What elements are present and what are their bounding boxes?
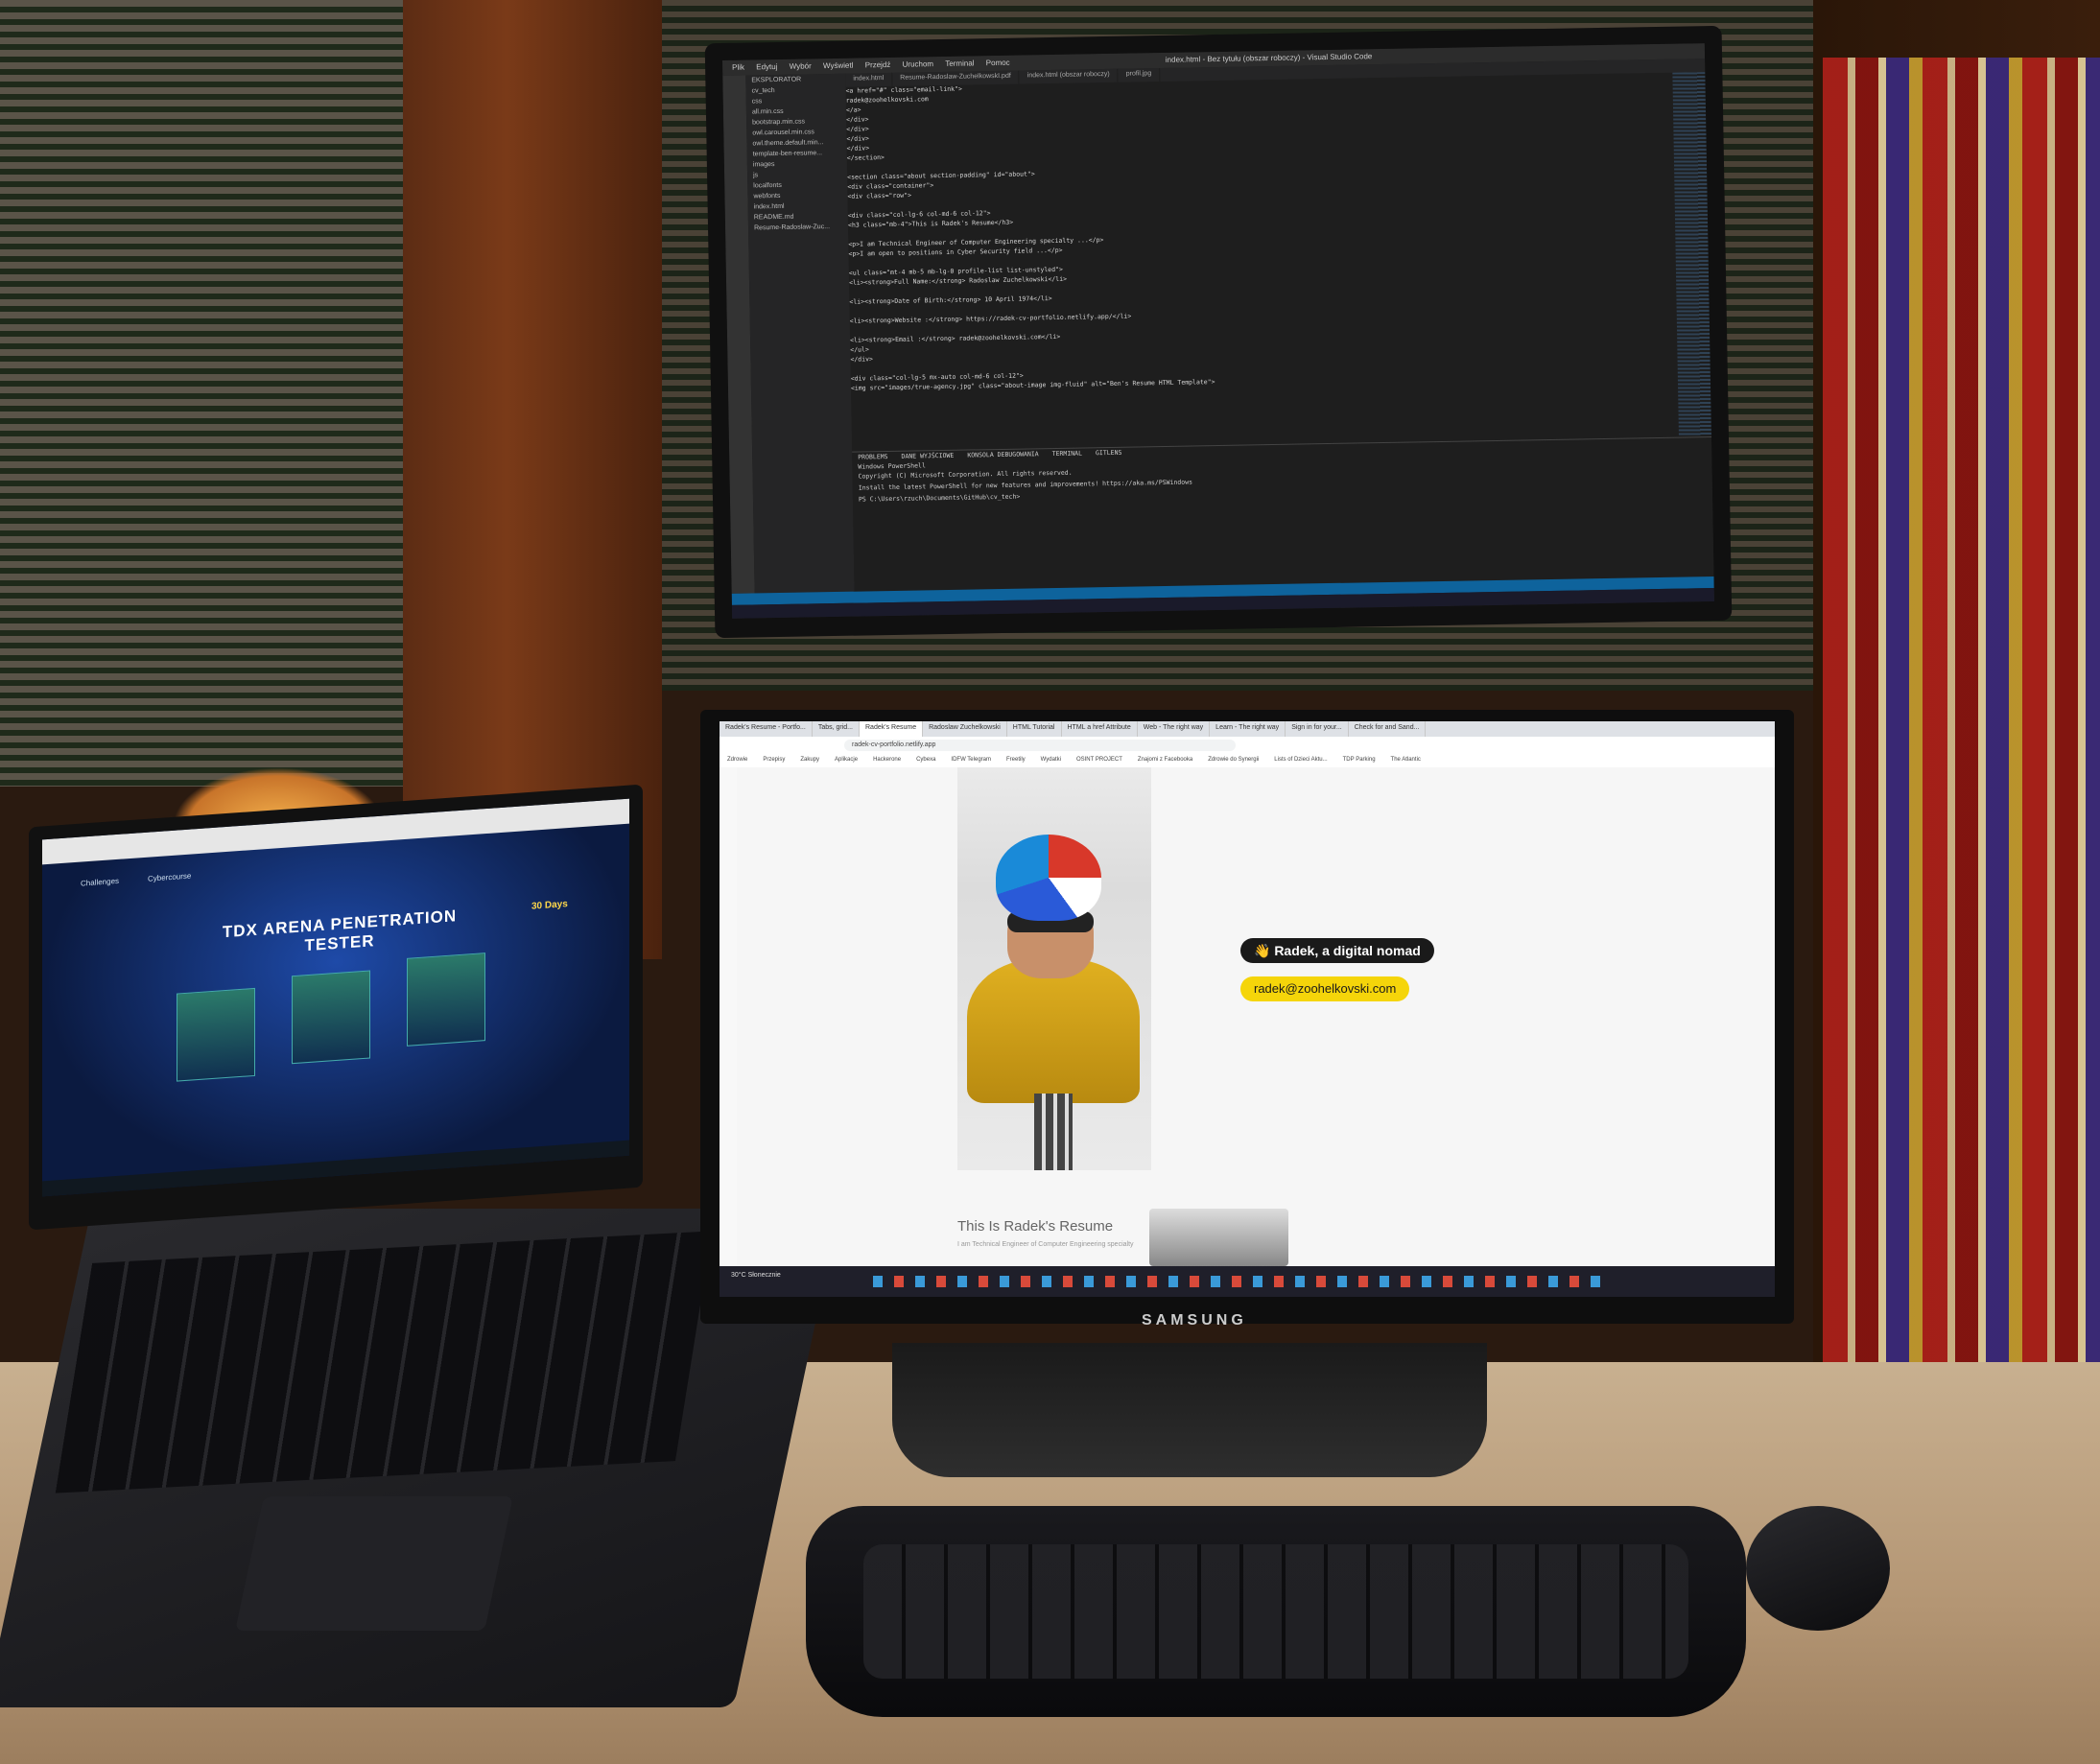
explorer-item[interactable]: Resume-Radoslaw-Zuc...: [748, 222, 848, 234]
editor-tab[interactable]: index.html: [845, 72, 893, 87]
url-field[interactable]: radek-cv-portfolio.netlify.app: [844, 740, 1236, 751]
menu-selection[interactable]: Wybór: [790, 61, 812, 70]
menu-file[interactable]: Plik: [732, 63, 744, 72]
menu-terminal[interactable]: Terminal: [945, 59, 974, 68]
bookmark-item[interactable]: Zdrowie: [720, 754, 755, 767]
photo-skis: [1034, 1094, 1073, 1170]
main-monitor: Radek's Resume - Portfo... Tabs, grid...…: [700, 710, 1794, 1324]
menu-help[interactable]: Pomoc: [986, 59, 1010, 67]
window-title: index.html - Bez tytułu (obszar roboczy)…: [1165, 52, 1373, 64]
bookmark-item[interactable]: Lists of Dzieci Aktu...: [1266, 754, 1334, 767]
monitor-brand-logo: SAMSUNG: [1142, 1312, 1247, 1329]
challenge-card[interactable]: [407, 953, 485, 1047]
laptop-nav-challenges[interactable]: Challenges: [81, 877, 119, 888]
bookmark-item[interactable]: Przepisy: [755, 754, 792, 767]
panel-tab[interactable]: TERMINAL: [1052, 449, 1082, 458]
bookmark-item[interactable]: Znajomi z Facebooka: [1130, 754, 1200, 767]
browser-tab[interactable]: Web - The right way: [1138, 721, 1211, 737]
panel-tab[interactable]: KONSOLA DEBUGOWANIA: [967, 450, 1038, 459]
bookmark-item[interactable]: Aplikacje: [827, 754, 865, 767]
bookmark-item[interactable]: Zdrowie do Synergii: [1200, 754, 1266, 767]
top-monitor: Plik Edytuj Wybór Wyświetl Przejdź Uruch…: [704, 25, 1733, 639]
browser-window: Radek's Resume - Portfo... Tabs, grid...…: [720, 721, 1775, 1297]
profile-photo: [957, 767, 1151, 1170]
menu-run[interactable]: Uruchom: [903, 59, 934, 69]
bookmark-item[interactable]: Cybexa: [908, 754, 943, 767]
days-badge: 30 Days: [531, 899, 568, 912]
menu-go[interactable]: Przejdź: [865, 60, 891, 69]
monitor-stand: [892, 1343, 1487, 1477]
windows-taskbar: 30°C Słonecznie: [720, 1266, 1775, 1297]
terminal-panel[interactable]: PROBLEMS DANE WYJŚCIOWE KONSOLA DEBUGOWANI…: [852, 436, 1714, 593]
challenge-card[interactable]: [292, 970, 370, 1065]
laptop-nav-cybercourse[interactable]: Cybercourse: [148, 872, 191, 883]
photo-hat: [996, 835, 1101, 921]
browser-tab[interactable]: HTML Tutorial: [1007, 721, 1062, 737]
resume-heading: This Is Radek's Resume: [957, 1218, 1114, 1235]
bookmark-item[interactable]: IDFW Telegram: [943, 754, 999, 767]
challenge-card[interactable]: [177, 987, 255, 1082]
panel-tab[interactable]: DANE WYJŚCIOWE: [901, 452, 954, 460]
email-link[interactable]: radek@zoohelkovski.com: [1240, 976, 1410, 1001]
bookmark-item[interactable]: Zakupy: [792, 754, 827, 767]
address-bar: radek-cv-portfolio.netlify.app: [720, 737, 1775, 755]
panel-tab[interactable]: GITLENS: [1096, 449, 1122, 457]
bookmark-item[interactable]: The Atlantic: [1383, 754, 1428, 767]
browser-tab[interactable]: Radek's Resume - Portfo...: [720, 721, 813, 737]
browser-tab[interactable]: Radoslaw Zuchelkowski: [923, 721, 1007, 737]
laptop-screen: Challenges Cybercourse TDX ARENA PENETRA…: [29, 784, 643, 1231]
browser-side-rail[interactable]: [720, 767, 738, 1297]
laptop-browser-bar: [42, 798, 629, 865]
browser-tab-active[interactable]: Radek's Resume: [860, 721, 924, 737]
bookmarks-bar: Zdrowie Przepisy Zakupy Aplikacje Hackerone C…: [720, 754, 1775, 768]
bookmark-item[interactable]: OSINT PROJECT: [1069, 754, 1130, 767]
minimap[interactable]: [1672, 72, 1711, 437]
browser-tab[interactable]: Check for and Sand...: [1349, 721, 1427, 737]
resume-intro: I am Technical Engineer of Computer Engi…: [957, 1241, 1134, 1248]
browser-tab[interactable]: Tabs, grid...: [813, 721, 860, 737]
vscode-window: Plik Edytuj Wybór Wyświetl Przejdź Uruch…: [721, 43, 1714, 619]
tdx-arena-page: Challenges Cybercourse TDX ARENA PENETRA…: [42, 798, 629, 1197]
weather-widget[interactable]: 30°C Słonecznie: [731, 1272, 781, 1279]
laptop-taskbar: [42, 1140, 629, 1197]
keyboard-keys: [863, 1544, 1688, 1679]
bookmark-item[interactable]: Hackerone: [865, 754, 908, 767]
browser-tabstrip: Radek's Resume - Portfo... Tabs, grid...…: [720, 721, 1775, 737]
menu-view[interactable]: Wyświetl: [823, 61, 854, 71]
laptop-touchpad: [235, 1496, 513, 1631]
editor-tab[interactable]: profil.jpg: [1118, 68, 1161, 82]
about-image: [1149, 1209, 1288, 1266]
taskbar-app-icons[interactable]: [873, 1276, 1602, 1287]
bookmark-item[interactable]: Wydatki: [1033, 754, 1069, 767]
panel-tab[interactable]: PROBLEMS: [858, 453, 887, 461]
bookmark-item[interactable]: TDP Parking: [1335, 754, 1383, 767]
window-blinds-left: [0, 0, 420, 787]
explorer-panel: EKSPLORATOR cv_tech css all.min.css boot…: [745, 73, 855, 594]
browser-tab[interactable]: HTML a href Attribute: [1062, 721, 1138, 737]
browser-tab[interactable]: Sign in for your...: [1286, 721, 1349, 737]
code-editor[interactable]: <a href="#" class="email-link"> radek@zoo…: [845, 73, 1677, 452]
greeting-badge: 👋 Radek, a digital nomad: [1240, 938, 1434, 963]
resume-page: 👋 Radek, a digital nomad radek@zoohelkov…: [737, 767, 1775, 1266]
menu-edit[interactable]: Edytuj: [756, 62, 777, 71]
desktop-keyboard: [806, 1506, 1746, 1717]
computer-mouse: [1746, 1506, 1890, 1631]
laptop-keyboard: [55, 1231, 713, 1494]
photo-jacket: [967, 959, 1140, 1103]
browser-tab[interactable]: Learn - The right way: [1210, 721, 1286, 737]
bookmark-item[interactable]: Freetily: [999, 754, 1033, 767]
